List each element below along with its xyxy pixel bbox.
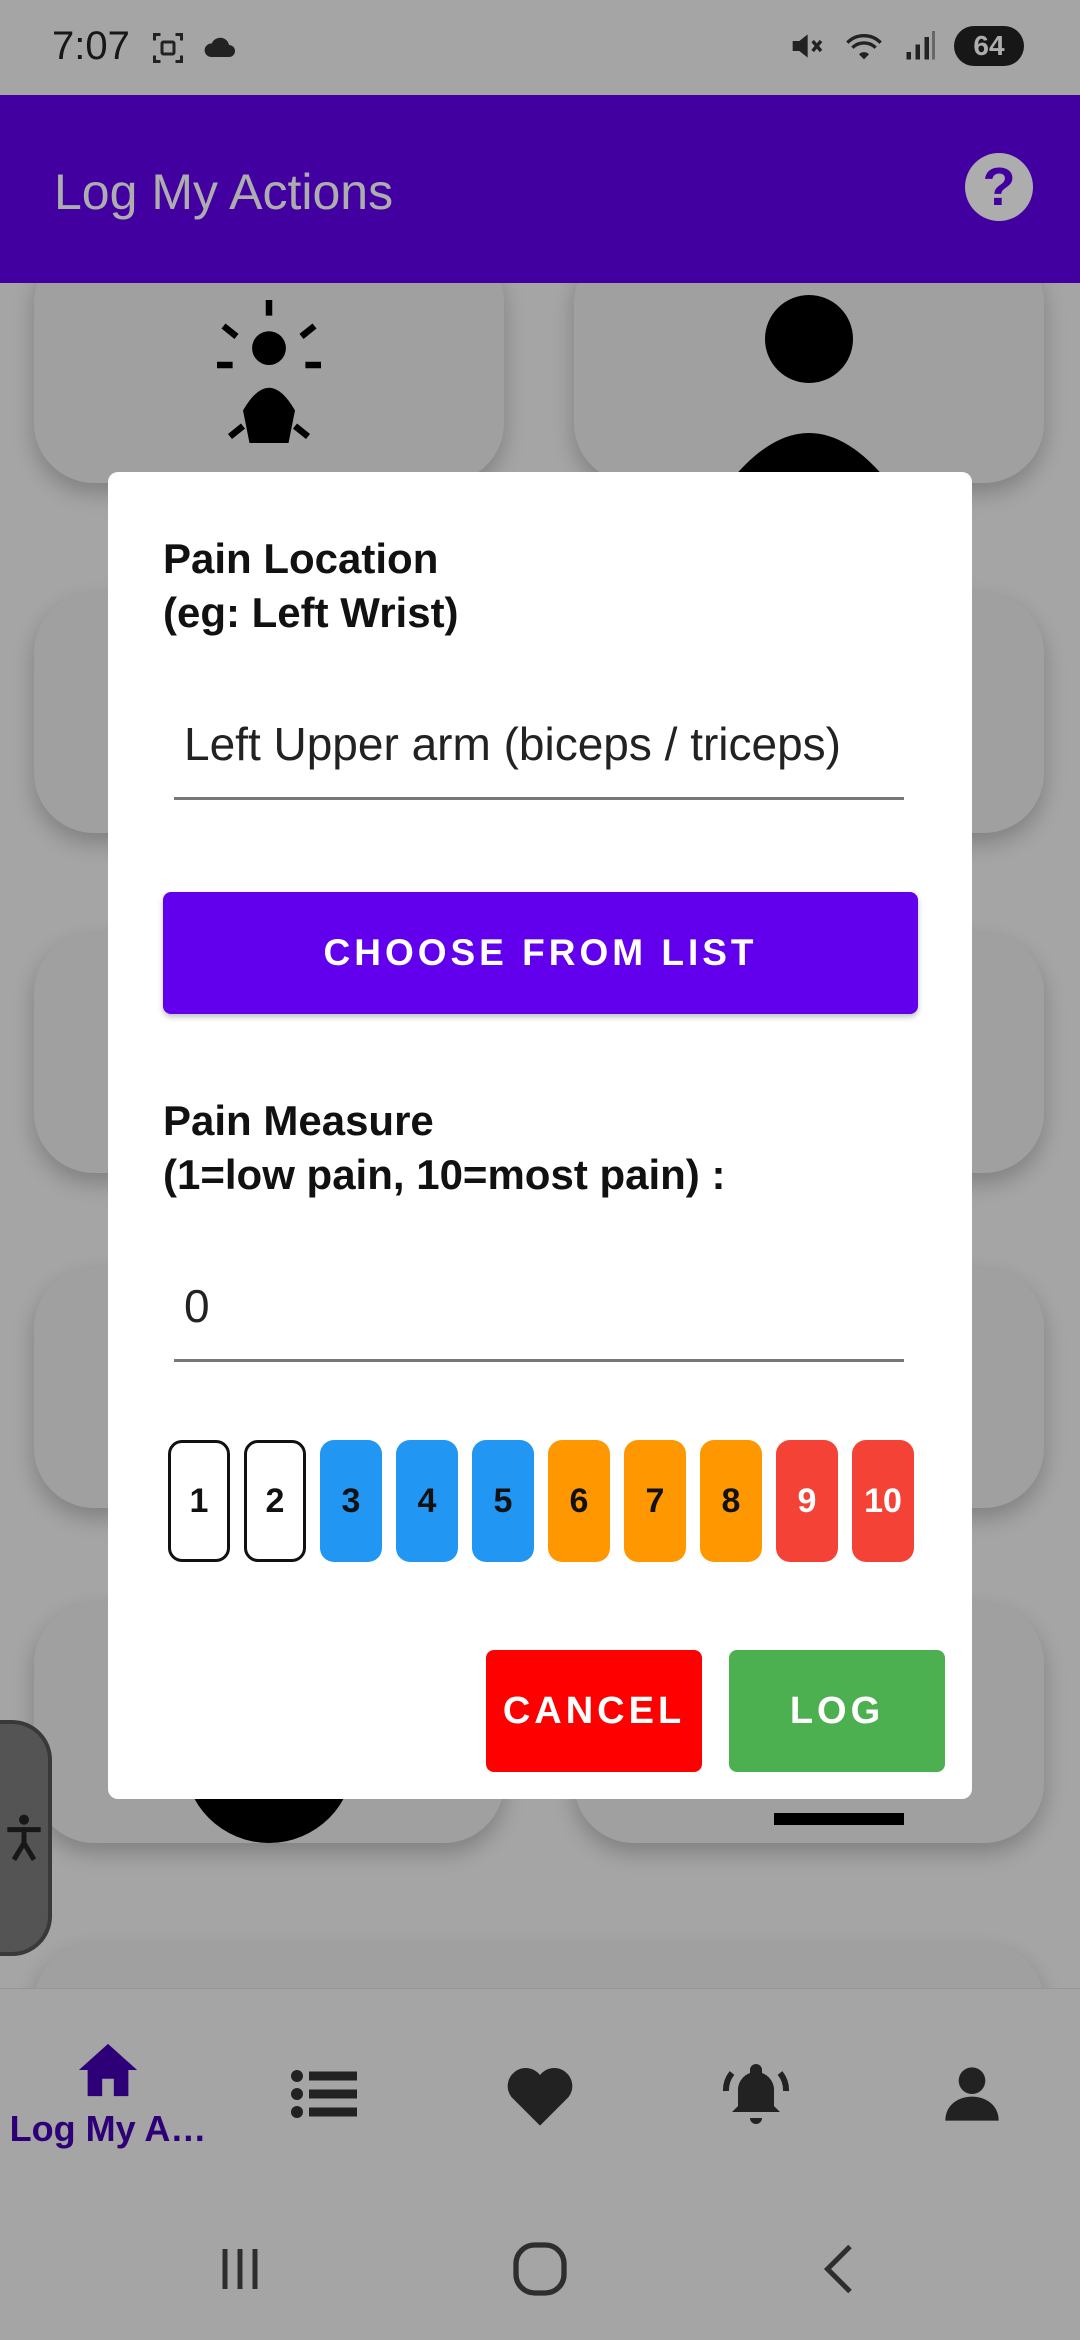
pain-scale-10[interactable]: 10 [852, 1440, 914, 1562]
pain-location-label-text: Pain Location (eg: Left Wrist) [163, 535, 459, 636]
pain-scale-6[interactable]: 6 [548, 1440, 610, 1562]
pain-scale-2[interactable]: 2 [244, 1440, 306, 1562]
pain-measure-label-text: Pain Measure (1=low pain, 10=most pain) … [163, 1097, 726, 1198]
log-pain-dialog: Pain Location (eg: Left Wrist) CHOOSE FR… [108, 472, 972, 1799]
pain-scale-8[interactable]: 8 [700, 1440, 762, 1562]
cancel-button[interactable]: CANCEL [486, 1650, 702, 1772]
pain-location-label: Pain Location (eg: Left Wrist) [163, 532, 459, 640]
pain-measure-label: Pain Measure (1=low pain, 10=most pain) … [163, 1094, 725, 1202]
pain-scale-9[interactable]: 9 [776, 1440, 838, 1562]
pain-scale-3[interactable]: 3 [320, 1440, 382, 1562]
pain-scale-5[interactable]: 5 [472, 1440, 534, 1562]
pain-scale: 1 2 3 4 5 6 7 8 9 10 [168, 1440, 914, 1562]
choose-from-list-button[interactable]: CHOOSE FROM LIST [163, 892, 918, 1014]
pain-location-input[interactable] [174, 690, 904, 797]
pain-measure-field[interactable] [174, 1252, 904, 1362]
pain-scale-7[interactable]: 7 [624, 1440, 686, 1562]
pain-measure-input[interactable] [174, 1252, 904, 1359]
pain-scale-1[interactable]: 1 [168, 1440, 230, 1562]
pain-location-field[interactable] [174, 690, 904, 800]
pain-scale-4[interactable]: 4 [396, 1440, 458, 1562]
log-button[interactable]: LOG [729, 1650, 945, 1772]
